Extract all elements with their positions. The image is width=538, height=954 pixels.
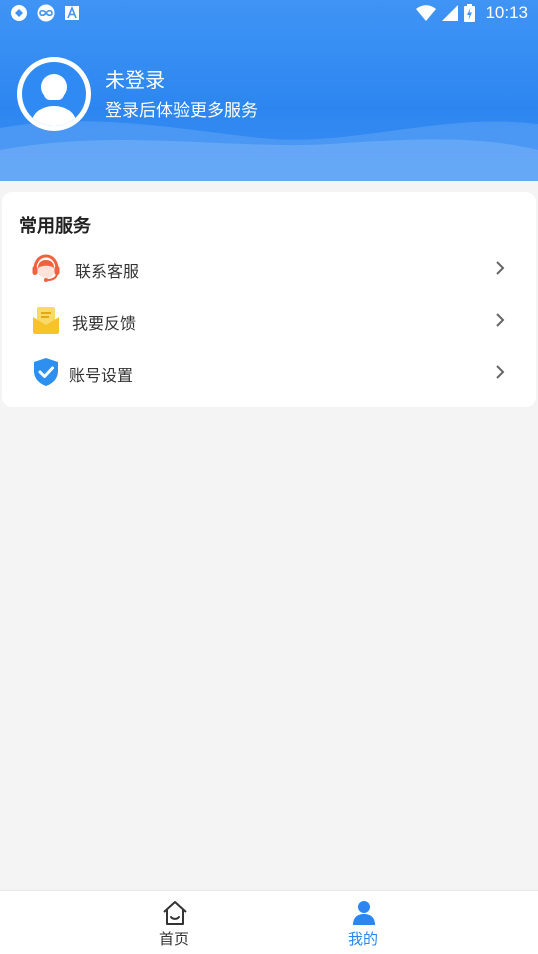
signal-icon bbox=[442, 5, 459, 21]
nav-mine[interactable]: 我的 bbox=[303, 891, 423, 954]
avatar[interactable] bbox=[17, 57, 91, 131]
status-time: 10:13 bbox=[485, 3, 528, 22]
home-icon bbox=[163, 901, 187, 925]
nav-mine-label: 我的 bbox=[347, 930, 378, 948]
wifi-icon bbox=[416, 5, 437, 21]
font-icon bbox=[65, 5, 79, 20]
bottom-nav: 首页 我的 bbox=[0, 890, 538, 954]
chevron-right-icon bbox=[496, 261, 505, 275]
app-notification-icon bbox=[11, 5, 27, 21]
shield-check-icon bbox=[34, 358, 58, 386]
login-prompt[interactable]: 登录后体验更多服务 bbox=[105, 96, 258, 121]
services-card: 常用服务 联系客服 我要反馈 账号设置 bbox=[2, 192, 536, 407]
loop-icon bbox=[37, 4, 55, 22]
services-title: 常用服务 bbox=[19, 216, 91, 237]
service-item-customer-service[interactable]: 联系客服 bbox=[2, 244, 536, 292]
avatar-icon bbox=[22, 62, 86, 126]
user-icon bbox=[353, 901, 375, 925]
chevron-right-icon bbox=[496, 365, 505, 379]
headset-icon bbox=[32, 254, 60, 282]
service-item-account-settings[interactable]: 账号设置 bbox=[2, 348, 536, 396]
feedback-mail-icon bbox=[33, 307, 59, 334]
service-item-label: 联系客服 bbox=[75, 262, 140, 281]
nav-home[interactable]: 首页 bbox=[114, 891, 234, 954]
service-item-feedback[interactable]: 我要反馈 bbox=[2, 296, 536, 344]
chevron-right-icon bbox=[496, 313, 505, 327]
profile-header: 10:13 未登录 登录后体验更多服务 bbox=[0, 0, 538, 181]
battery-icon bbox=[464, 4, 476, 22]
service-item-label: 我要反馈 bbox=[72, 314, 137, 333]
nav-home-label: 首页 bbox=[158, 930, 189, 948]
service-item-label: 账号设置 bbox=[69, 366, 134, 385]
login-status[interactable]: 未登录 bbox=[105, 64, 165, 93]
status-bar: 10:13 bbox=[0, 0, 538, 28]
